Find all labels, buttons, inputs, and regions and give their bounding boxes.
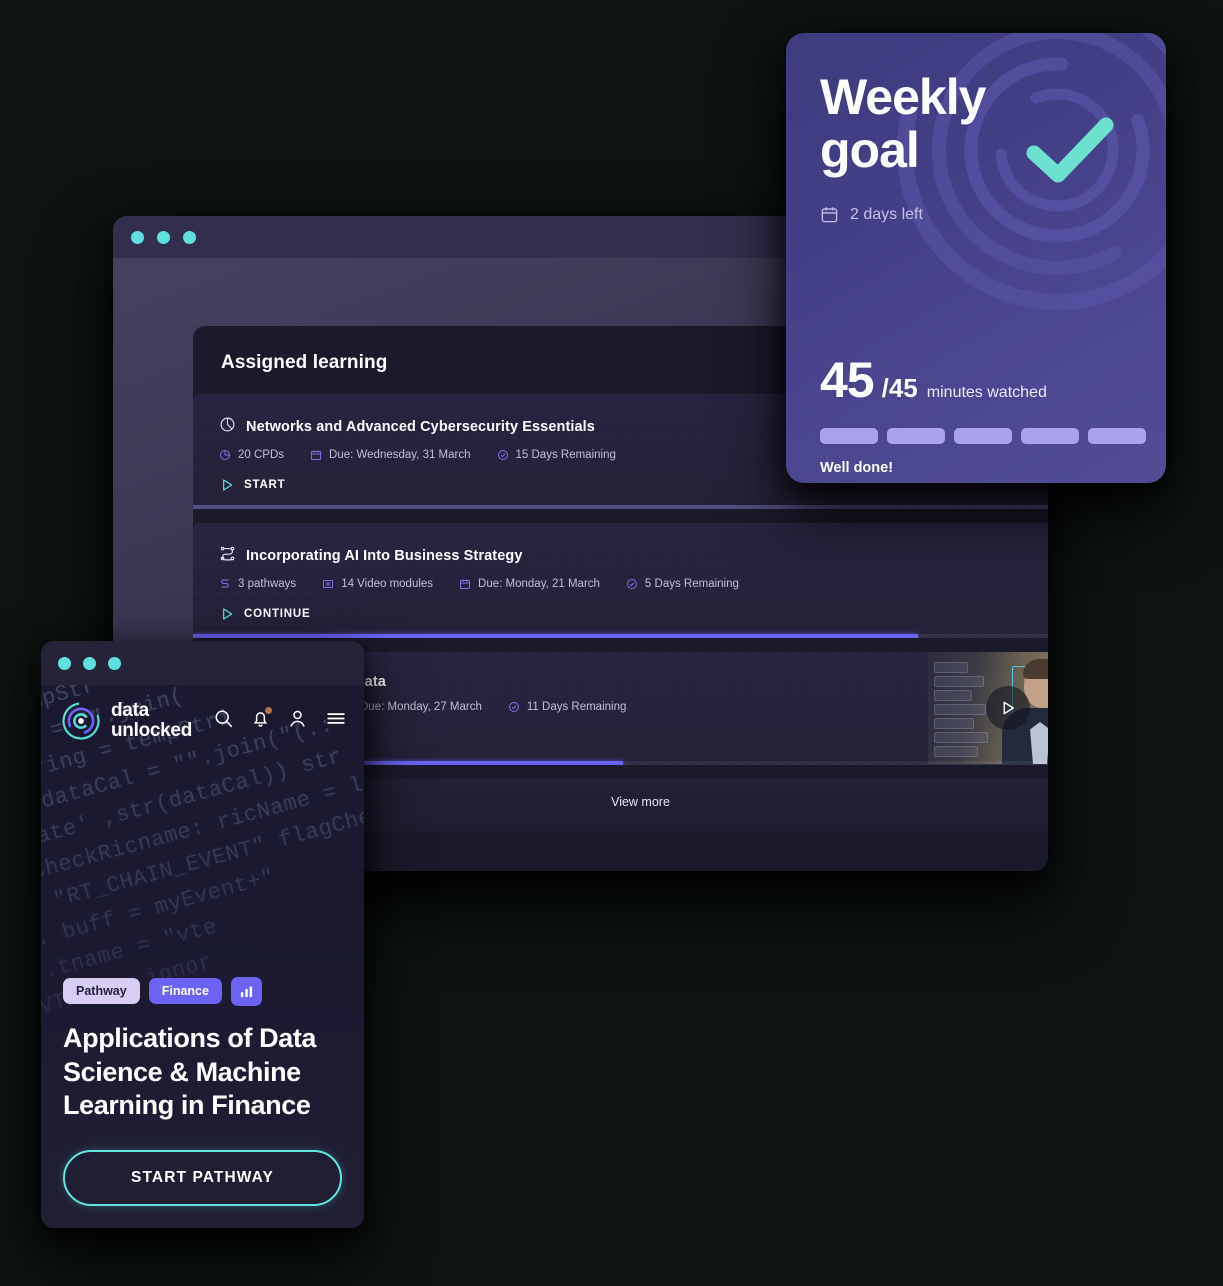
- minutes-unit-label: minutes watched: [926, 384, 1047, 401]
- pathway-small-icon: [221, 579, 229, 588]
- mobile-pathway-window: ag = tempStr dataCal = "".join( tempStri…: [41, 641, 364, 1228]
- window-maximize-dot[interactable]: [108, 656, 121, 670]
- play-icon: [223, 479, 233, 491]
- goal-segment: [887, 428, 945, 444]
- screenshot-stage: Assigned learning Networks and Advanced …: [0, 0, 1223, 1286]
- minutes-current: 45: [820, 352, 875, 408]
- window-minimize-dot[interactable]: [83, 656, 96, 670]
- meta-text: Due: Wednesday, 31 March: [329, 449, 471, 461]
- mobile-window-titlebar: [41, 641, 364, 685]
- tag-finance[interactable]: Finance: [148, 978, 222, 1005]
- cpd-icon: [220, 450, 230, 460]
- tag-row: Pathway Finance: [63, 976, 342, 1006]
- window-minimize-dot[interactable]: [157, 230, 170, 244]
- meta-text: Due: Monday, 27 March: [360, 701, 482, 713]
- window-close-dot[interactable]: [131, 230, 144, 244]
- meta-item: 5 Days Remaining: [626, 578, 739, 590]
- calendar-icon: [311, 450, 322, 460]
- minutes-target: /45: [881, 373, 918, 403]
- meta-item: Due: Monday, 21 March: [459, 578, 600, 590]
- bar-chart-icon[interactable]: [230, 976, 262, 1006]
- check-circle-icon: [497, 450, 508, 460]
- meta-text: 14 Video modules: [341, 578, 434, 590]
- brand-logo-text: data unlocked: [111, 700, 193, 742]
- card-meta-row: 3 pathways 14 Video modules Due: Monday,…: [219, 578, 1048, 590]
- meta-text: 15 Days Remaining: [515, 449, 616, 461]
- play-icon: [1003, 701, 1014, 715]
- weekly-goal-segments: [820, 428, 1146, 444]
- play-icon: [223, 608, 233, 620]
- progress-fill: [193, 634, 918, 638]
- check-circle-icon: [626, 579, 637, 589]
- mobile-header-icons: [213, 707, 348, 734]
- goal-segment: [1021, 428, 1079, 444]
- video-icon: [323, 580, 334, 588]
- card-title: Networks and Advanced Cybersecurity Esse…: [246, 419, 595, 435]
- meta-text: 11 Days Remaining: [526, 701, 627, 713]
- weekly-goal-days-left: 2 days left: [820, 205, 1132, 224]
- weekly-goal-stats: 45 /45 minutes watched: [820, 351, 1047, 409]
- brand-logo[interactable]: data unlocked: [61, 700, 193, 742]
- pathway-icon: [219, 545, 236, 567]
- user-icon[interactable]: [287, 708, 308, 734]
- check-circle-icon: [508, 702, 519, 712]
- goal-segment: [1088, 428, 1146, 444]
- card-title: Incorporating AI Into Business Strategy: [246, 548, 523, 564]
- card-action-label: START: [244, 479, 286, 491]
- pie-chart-icon: [219, 416, 236, 438]
- meta-text: Due: Monday, 21 March: [478, 578, 600, 590]
- window-maximize-dot[interactable]: [183, 230, 196, 244]
- meta-item: 3 pathways: [219, 578, 296, 590]
- progress-track: [193, 505, 1048, 509]
- window-close-dot[interactable]: [58, 656, 71, 670]
- presenter-shirt: [1030, 722, 1048, 764]
- card-continue-button[interactable]: CONTINUE: [219, 606, 1048, 622]
- menu-icon[interactable]: [324, 708, 348, 734]
- mobile-app-header: data unlocked: [41, 685, 364, 741]
- play-button-overlay[interactable]: [986, 686, 1030, 730]
- meta-item: 15 Days Remaining: [497, 449, 616, 461]
- start-pathway-button[interactable]: START PATHWAY: [63, 1150, 342, 1206]
- weekly-goal-note: Well done!: [820, 460, 894, 476]
- mobile-pathway-content: Pathway Finance Applications of Data Sci…: [41, 976, 364, 1228]
- logo-line-2: unlocked: [111, 720, 193, 742]
- card-action-label: CONTINUE: [244, 608, 311, 620]
- progress-track: [193, 634, 1048, 638]
- meta-text: 20 CPDs: [238, 449, 285, 461]
- pathway-title: Applications of Data Science & Machine L…: [63, 1022, 317, 1121]
- learning-card[interactable]: Incorporating AI Into Business Strategy …: [193, 523, 1048, 638]
- goal-segment: [820, 428, 878, 444]
- video-thumbnail-presenter[interactable]: [928, 652, 1048, 764]
- data-unlocked-logo-icon: [62, 702, 100, 740]
- meta-text: 5 Days Remaining: [644, 578, 739, 590]
- weekly-goal-title: Weekly goal: [820, 69, 986, 178]
- bell-icon[interactable]: [250, 707, 272, 734]
- meta-item: 20 CPDs: [219, 449, 284, 461]
- search-icon[interactable]: [213, 708, 234, 734]
- card-header: Incorporating AI Into Business Strategy: [219, 545, 1048, 567]
- meta-item: 14 Video modules: [322, 578, 433, 590]
- meta-text: 3 pathways: [238, 578, 297, 590]
- mobile-window-body: ag = tempStr dataCal = "".join( tempStri…: [41, 685, 364, 1228]
- calendar-icon: [460, 579, 471, 589]
- progress-fill: [193, 505, 1048, 509]
- tag-pathway[interactable]: Pathway: [63, 978, 140, 1005]
- logo-line-1: data: [111, 700, 149, 721]
- meta-item: 11 Days Remaining: [508, 701, 627, 713]
- days-left-text: 2 days left: [850, 205, 923, 223]
- calendar-icon: [821, 207, 838, 223]
- check-mark-icon: [1026, 117, 1114, 183]
- meta-item: Due: Wednesday, 31 March: [310, 449, 471, 461]
- weekly-goal-card: Weekly goal 2 days left 45 /45 minutes w…: [786, 33, 1166, 483]
- goal-segment: [954, 428, 1012, 444]
